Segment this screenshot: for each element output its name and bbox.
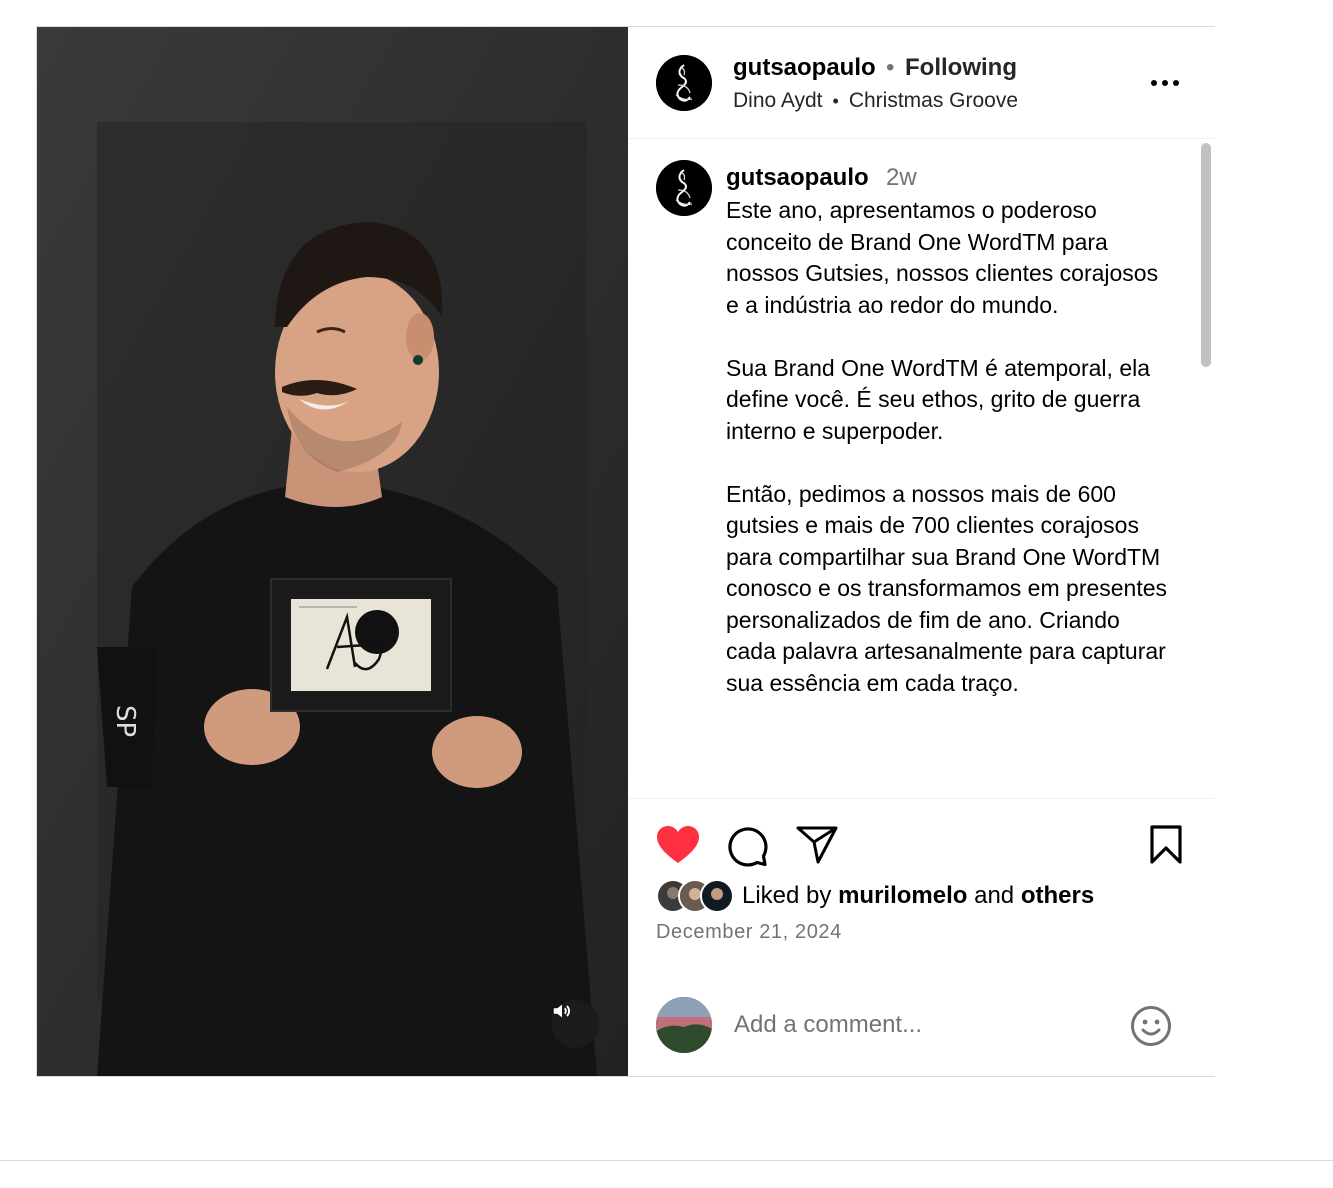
audio-attribution[interactable]: Dino Aydt • Christmas Groove <box>733 89 1018 113</box>
liker-username[interactable]: murilomelo <box>838 882 967 909</box>
caption-timestamp[interactable]: 2w <box>886 164 917 192</box>
save-button[interactable] <box>1149 825 1183 870</box>
post-details-panel: gutsaopaulo • Following Dino Aydt • Chri… <box>628 27 1215 1076</box>
page-divider <box>0 1160 1333 1161</box>
following-button[interactable]: Following <box>905 54 1017 82</box>
audio-separator: • <box>832 90 839 111</box>
likes-summary: Liked by murilomelo and others <box>656 879 1094 913</box>
likes-text: Liked by murilomelo and others <box>742 882 1094 910</box>
audio-track[interactable]: Christmas Groove <box>849 89 1018 113</box>
post-media[interactable]: SP <box>37 27 628 1076</box>
likes-prefix: Liked by <box>742 882 832 909</box>
post-header: gutsaopaulo • Following Dino Aydt • Chri… <box>628 27 1215 139</box>
post-card: SP gutsaopaulo • Following Dino Aydt • C… <box>36 26 1215 1077</box>
actions-section: Liked by murilomelo and others December … <box>628 798 1215 1076</box>
svg-text:SP: SP <box>110 705 140 737</box>
author-avatar[interactable] <box>656 55 712 111</box>
comment-button[interactable] <box>726 825 768 872</box>
author-username[interactable]: gutsaopaulo <box>733 54 876 82</box>
bookmark-icon <box>1150 825 1182 864</box>
share-icon <box>796 826 838 864</box>
add-comment-row <box>628 995 1215 1075</box>
current-user-avatar-image <box>656 997 712 1053</box>
caption-scrollbar[interactable] <box>1201 143 1211 367</box>
more-icon <box>1151 80 1179 86</box>
share-button[interactable] <box>796 825 838 870</box>
caption-username[interactable]: gutsaopaulo <box>726 164 869 192</box>
likes-conjunction: and <box>974 882 1015 909</box>
emoji-icon <box>1131 1006 1171 1046</box>
post-date[interactable]: December 21, 2024 <box>656 921 842 944</box>
caption-text: Este ano, apresentamos o poderoso concei… <box>726 195 1176 731</box>
avatar-logo <box>656 55 712 111</box>
liker-avatar-image <box>702 881 732 911</box>
avatar-logo <box>656 160 712 216</box>
liker-avatar[interactable] <box>700 879 734 913</box>
audio-artist[interactable]: Dino Aydt <box>733 89 823 113</box>
caption-paragraph: Sua Brand One WordTM é atemporal, ela de… <box>726 354 1151 444</box>
comment-input[interactable] <box>734 1007 1114 1043</box>
comment-icon <box>728 827 768 867</box>
more-options-button[interactable] <box>1149 67 1181 99</box>
sound-icon <box>553 1004 571 1018</box>
current-user-avatar <box>656 997 712 1053</box>
emoji-picker-button[interactable] <box>1130 1005 1172 1052</box>
heart-icon <box>657 826 699 863</box>
post-photo: SP <box>37 27 628 1076</box>
likes-others-link[interactable]: others <box>1021 882 1094 909</box>
like-button[interactable] <box>656 825 700 870</box>
sound-toggle-button[interactable] <box>551 1000 599 1048</box>
caption-paragraph: Então, pedimos a nossos mais de 600 guts… <box>726 480 1168 696</box>
caption-author-avatar[interactable] <box>656 160 712 216</box>
follow-separator: • <box>886 54 895 81</box>
caption-section[interactable]: gutsaopaulo 2w Este ano, apresentamos o … <box>628 140 1215 798</box>
caption-paragraph: Este ano, apresentamos o poderoso concei… <box>726 197 1159 318</box>
